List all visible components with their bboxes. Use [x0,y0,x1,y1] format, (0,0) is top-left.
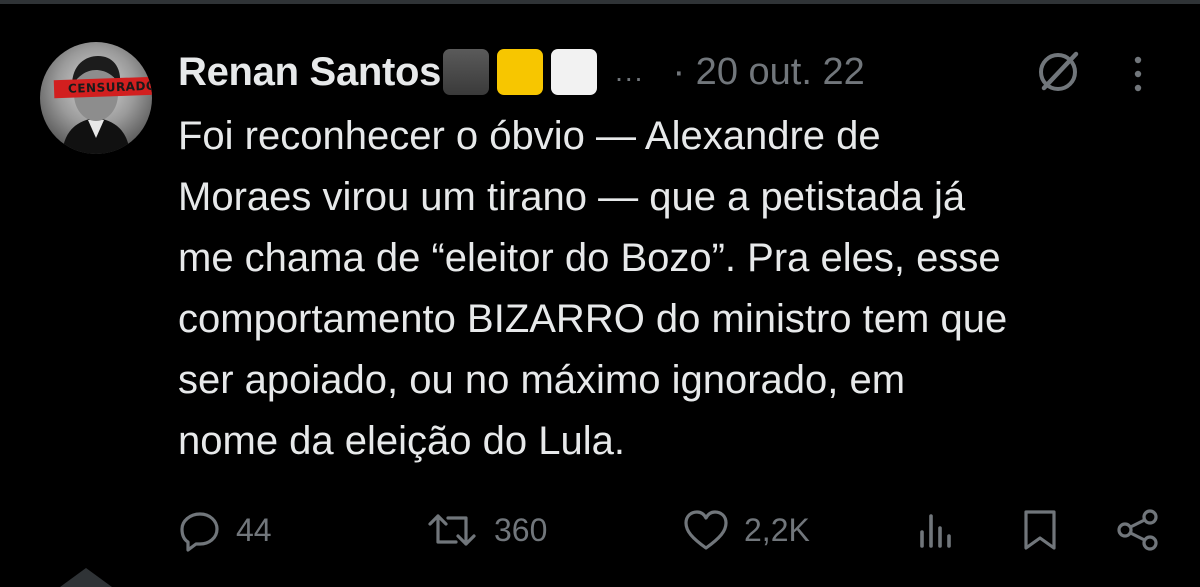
action-bar: 44 360 2,2K [0,498,1200,562]
reply-count: 44 [236,511,272,548]
more-vertical-icon[interactable] [1126,52,1150,96]
bookmark-icon [1024,510,1056,550]
yellow-square-emoji [497,49,544,95]
views-button[interactable] [914,498,958,562]
retweet-button[interactable]: 360 [424,498,547,562]
author-name[interactable]: Renan Santos [178,50,441,95]
name-truncation-ellipsis: ... [615,56,645,87]
share-button[interactable] [1114,498,1162,562]
reply-icon [180,512,219,552]
share-icon [1117,509,1158,551]
quote-thread-indicator [60,568,112,587]
tweet-header: Renan Santos ... · 20 out. 22 [178,44,865,100]
avatar[interactable]: CENSURADO [40,42,152,154]
retweet-icon [428,514,476,546]
black-square-emoji [443,49,490,95]
tweet-date[interactable]: · 20 out. 22 [672,51,864,94]
views-icon [920,514,951,548]
reply-button[interactable]: 44 [178,498,272,562]
like-button[interactable]: 2,2K [682,498,810,562]
top-divider [0,0,1200,4]
like-count: 2,2K [744,511,810,548]
grok-icon[interactable] [1032,46,1084,98]
bookmark-button[interactable] [1020,498,1060,562]
white-square-emoji [551,49,598,95]
heart-icon [684,510,728,550]
avatar-censor-label: CENSURADO [53,75,152,99]
tweet-text: Foi reconhecer o óbvio — Alexandre de Mo… [178,114,1008,463]
retweet-count: 360 [494,511,548,548]
